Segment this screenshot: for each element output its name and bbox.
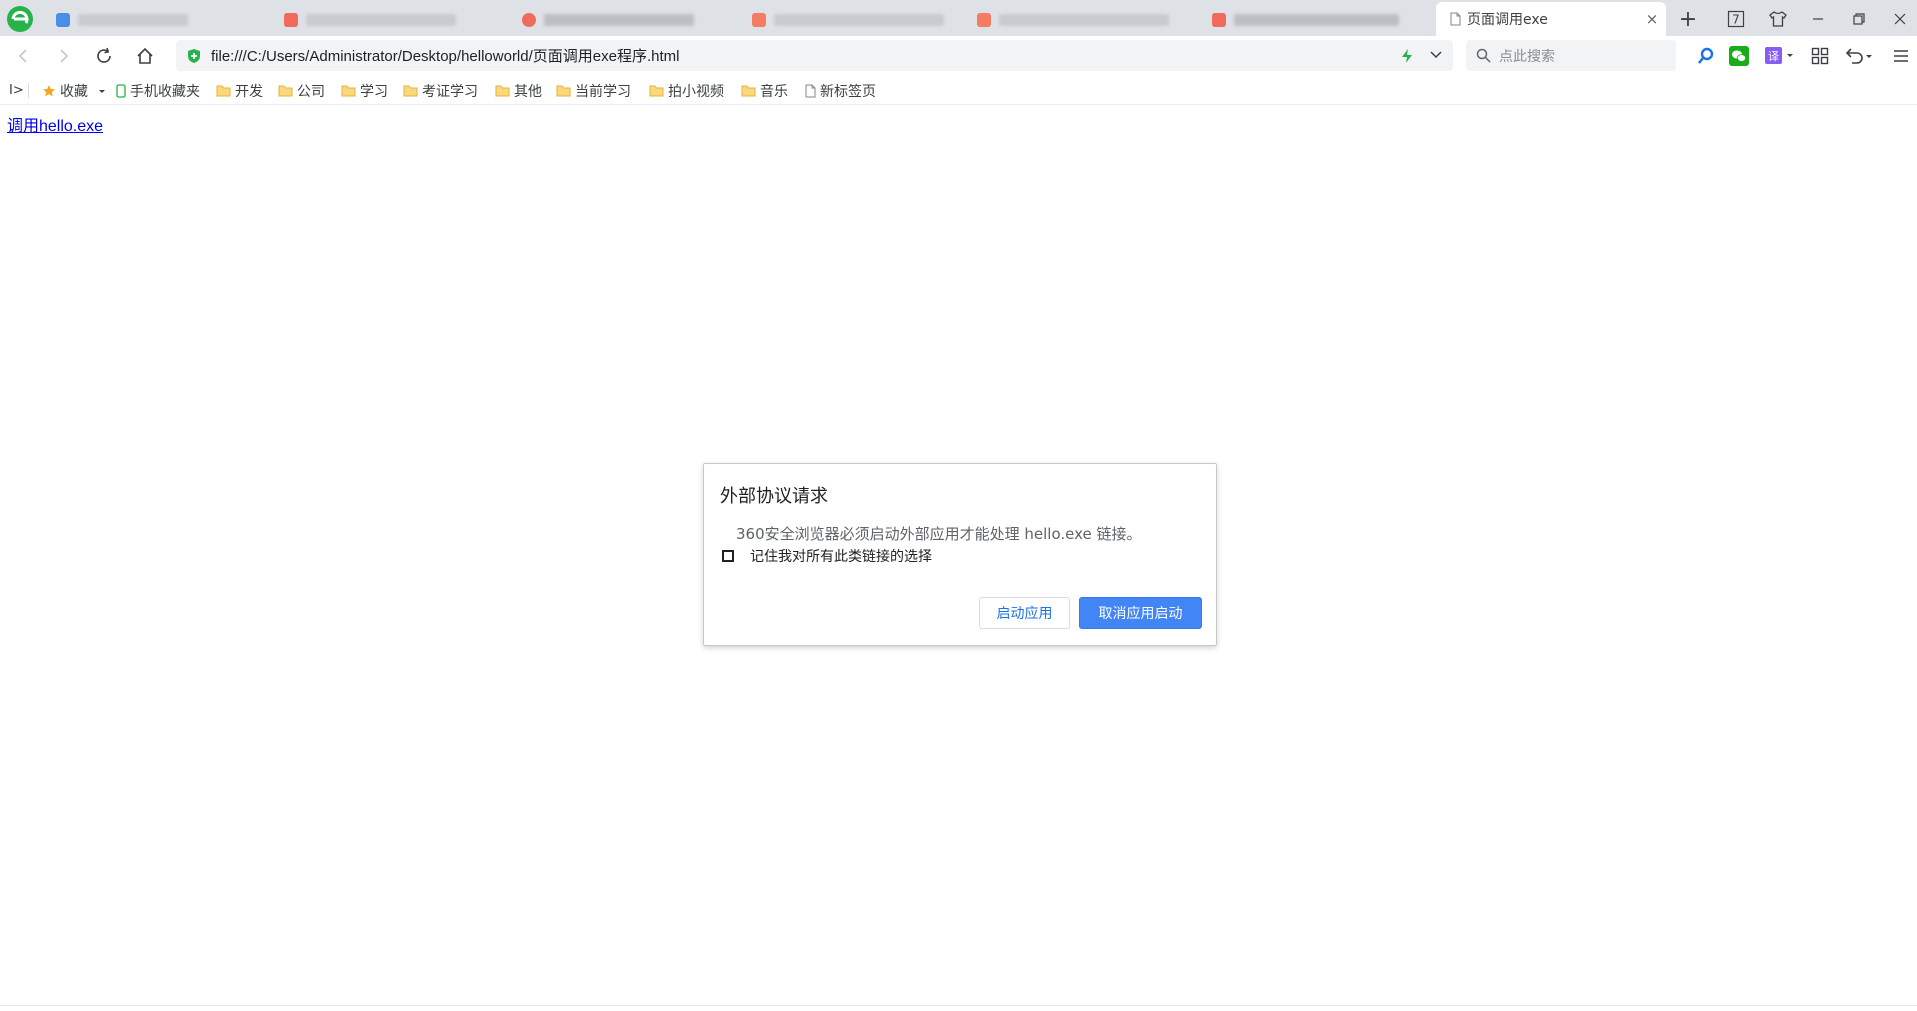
svg-text:译: 译	[1768, 50, 1779, 63]
minimize-button[interactable]	[1802, 4, 1834, 34]
dialog-message: 360安全浏览器必须启动外部应用才能处理 hello.exe 链接。	[736, 525, 1142, 543]
translate-button[interactable]: 译	[1762, 42, 1798, 70]
bookmark-folder-dev[interactable]: 开发	[216, 79, 263, 102]
remember-choice-checkbox[interactable]	[722, 550, 734, 562]
navigation-toolbar: file:///C:/Users/Administrator/Desktop/h…	[0, 36, 1917, 76]
bottom-divider	[0, 1005, 1917, 1006]
bookmark-folder-company[interactable]: 公司	[278, 79, 325, 102]
bookmark-folder-short-video[interactable]: 拍小视频	[649, 79, 724, 102]
translate-icon: 译	[1765, 47, 1793, 64]
background-tab[interactable]	[965, 4, 1175, 36]
phone-icon	[116, 83, 126, 98]
tab-favicon-icon	[752, 13, 766, 27]
active-tab-title: 页面调用exe	[1467, 12, 1548, 28]
tab-favicon-icon	[284, 13, 298, 27]
hamburger-menu-icon	[1894, 50, 1908, 62]
shirt-icon	[1769, 11, 1787, 27]
background-tab[interactable]	[44, 4, 219, 36]
back-arrow-icon	[18, 49, 27, 63]
search-input[interactable]: 点此搜索	[1466, 40, 1676, 71]
background-tab[interactable]	[272, 4, 472, 36]
folder-icon	[741, 85, 756, 97]
chevron-down-icon[interactable]	[1429, 48, 1443, 62]
launch-app-button[interactable]: 启动应用	[979, 597, 1070, 629]
home-button[interactable]	[129, 40, 161, 72]
search-icon	[1476, 48, 1491, 63]
bookmark-folder-cert-study[interactable]: 考证学习	[403, 79, 478, 102]
undo-close-button[interactable]	[1842, 42, 1878, 70]
tab-favicon-icon	[977, 13, 991, 27]
search-placeholder: 点此搜索	[1499, 48, 1555, 65]
address-bar[interactable]: file:///C:/Users/Administrator/Desktop/h…	[176, 40, 1453, 71]
folder-icon	[649, 85, 664, 97]
find-button[interactable]	[1692, 42, 1720, 70]
restore-button[interactable]	[1843, 4, 1875, 34]
reload-icon	[97, 47, 111, 63]
tab-favicon-icon	[522, 13, 536, 27]
caret-down-icon	[99, 89, 105, 93]
active-tab[interactable]: 页面调用exe ×	[1436, 2, 1666, 36]
minimize-icon	[1813, 18, 1823, 20]
grid-apps-icon	[1811, 47, 1829, 65]
folder-icon	[556, 85, 571, 97]
bookmark-favorites[interactable]: 收藏	[42, 79, 112, 102]
skin-shirt-button[interactable]	[1762, 4, 1794, 34]
sidebar-toggle-button[interactable]: I>	[9, 79, 24, 102]
main-menu-button[interactable]	[1887, 42, 1915, 70]
bookmark-new-tab-page[interactable]: 新标签页	[805, 79, 876, 102]
remember-choice-option[interactable]: 记住我对所有此类链接的选择	[722, 546, 932, 566]
close-window-button[interactable]	[1884, 4, 1916, 34]
close-icon	[1894, 13, 1906, 25]
folder-icon	[403, 85, 418, 97]
page-icon	[805, 84, 816, 97]
remember-choice-label: 记住我对所有此类链接的选择	[750, 549, 932, 565]
cancel-launch-button[interactable]: 取消应用启动	[1079, 597, 1202, 629]
new-tab-button[interactable]: +	[1672, 4, 1704, 34]
back-button[interactable]	[7, 40, 39, 72]
background-tab[interactable]	[740, 4, 950, 36]
bookmarks-bar: I> 收藏 手机收藏夹 开发 公司 学习 考证学习 其他 当前学习 拍小视频 音…	[0, 76, 1917, 105]
security-shield-icon[interactable]	[187, 48, 201, 64]
folder-icon	[278, 85, 293, 97]
document-icon	[1450, 12, 1461, 26]
folder-icon	[216, 85, 231, 97]
external-protocol-dialog: 外部协议请求 360安全浏览器必须启动外部应用才能处理 hello.exe 链接…	[703, 463, 1217, 646]
url-text[interactable]: file:///C:/Users/Administrator/Desktop/h…	[211, 45, 1453, 66]
bookmark-folder-current-study[interactable]: 当前学习	[556, 79, 631, 102]
tab-strip: 页面调用exe × + 7	[0, 0, 1917, 36]
home-icon	[137, 47, 153, 64]
tab-close-icon[interactable]: ×	[1638, 5, 1666, 33]
star-icon	[43, 84, 55, 96]
forward-arrow-icon	[60, 49, 69, 63]
bookmark-folder-music[interactable]: 音乐	[741, 79, 788, 102]
tab-count-icon: 7	[1727, 10, 1745, 28]
undo-icon	[1845, 48, 1872, 64]
folder-icon	[495, 85, 510, 97]
background-tab[interactable]	[1200, 4, 1410, 36]
background-tab[interactable]	[510, 4, 700, 36]
lightning-icon[interactable]	[1401, 48, 1413, 64]
tab-count-button[interactable]: 7	[1720, 4, 1752, 34]
bookmark-folder-other[interactable]: 其他	[495, 79, 542, 102]
bookmark-folder-study[interactable]: 学习	[341, 79, 388, 102]
forward-button[interactable]	[48, 40, 80, 72]
sidebar-toggle-icon: I>	[9, 83, 24, 98]
wechat-icon	[1729, 46, 1749, 66]
tab-favicon-icon	[1212, 13, 1226, 27]
call-hello-exe-link[interactable]: 调用hello.exe	[7, 112, 103, 136]
divider	[28, 83, 29, 98]
restore-icon	[1853, 13, 1865, 25]
bookmark-mobile-folder[interactable]: 手机收藏夹	[116, 79, 200, 102]
folder-icon	[341, 85, 356, 97]
extensions-button[interactable]	[1806, 42, 1834, 70]
browser-logo-icon[interactable]	[6, 5, 34, 33]
dialog-title: 外部协议请求	[720, 486, 828, 507]
svg-text:7: 7	[1732, 13, 1740, 27]
wechat-button[interactable]	[1725, 42, 1753, 70]
tab-favicon-icon	[56, 13, 70, 27]
magnifier-icon	[1697, 47, 1714, 64]
reload-button[interactable]	[88, 40, 120, 72]
